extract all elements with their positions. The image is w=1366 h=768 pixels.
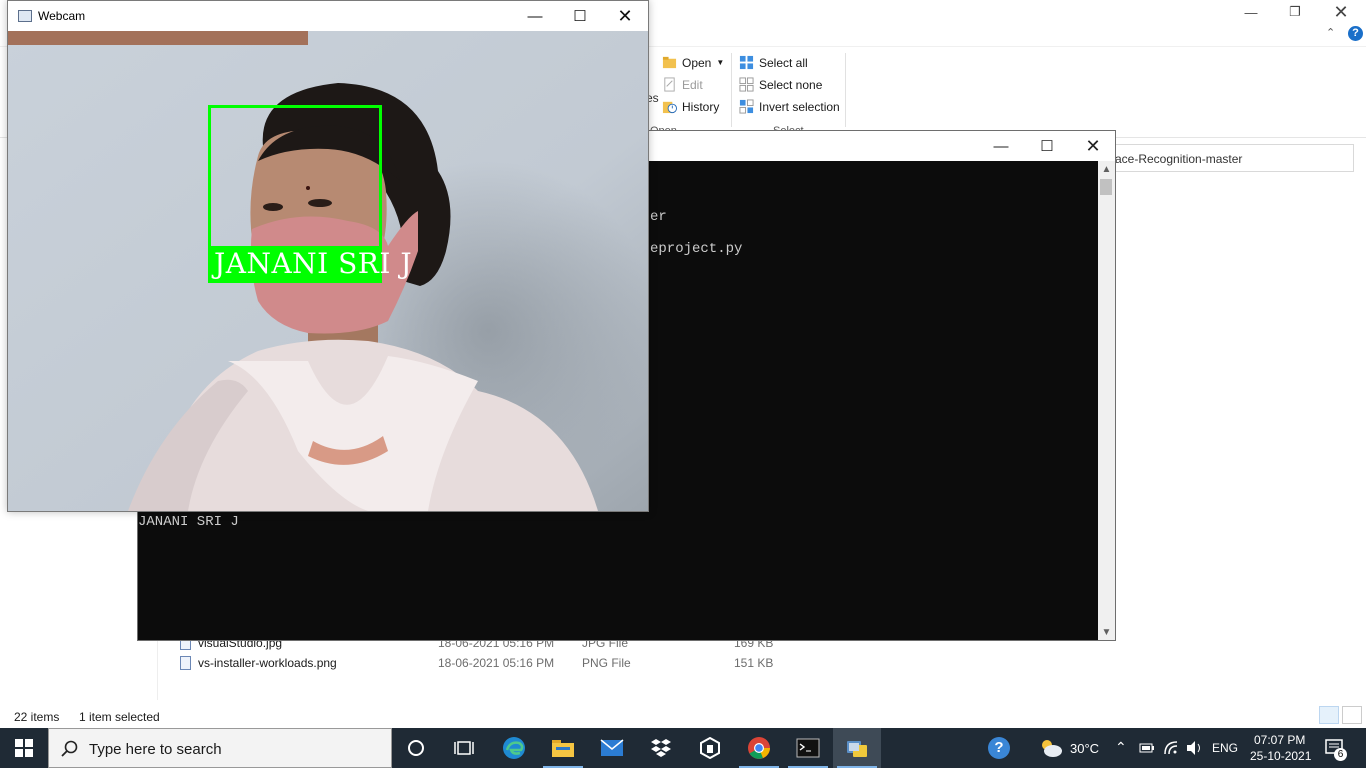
- taskbar-dropbox[interactable]: [637, 728, 685, 768]
- history-label: History: [682, 99, 720, 114]
- notification-count-badge: 6: [1334, 748, 1347, 761]
- edit-button[interactable]: Edit: [662, 77, 703, 92]
- help-icon[interactable]: ?: [1348, 26, 1363, 41]
- scroll-thumb[interactable]: [1100, 179, 1112, 195]
- task-view-button[interactable]: [440, 728, 488, 768]
- taskbar-chrome[interactable]: [735, 728, 783, 768]
- open-button[interactable]: Open ▼: [662, 55, 724, 70]
- webcam-title-bar: Webcam — ☐ ✕: [8, 1, 648, 31]
- taskbar-mail[interactable]: [588, 728, 636, 768]
- open-icon: [662, 56, 677, 69]
- history-icon: [662, 101, 677, 114]
- cortana-button[interactable]: [392, 728, 440, 768]
- clock-time[interactable]: 07:07 PM: [1254, 733, 1305, 747]
- invert-selection-button[interactable]: Invert selection: [739, 99, 840, 114]
- file-date: 18-06-2021 05:16 PM: [438, 656, 555, 670]
- png-file-icon: [180, 656, 191, 670]
- detected-name-label: JANANI SRI J: [214, 247, 413, 280]
- taskbar-app-hexagon[interactable]: [686, 728, 734, 768]
- weather-cloud-sun-icon[interactable]: [1038, 737, 1064, 759]
- taskbar: Type here to search ? 30°C ⌃ ENG 07:07 P: [0, 728, 1366, 768]
- webcam-title: Webcam: [38, 9, 86, 23]
- cortana-icon: [408, 740, 424, 756]
- taskbar-command-prompt[interactable]: [784, 728, 832, 768]
- webcam-maximize-button[interactable]: ☐: [557, 1, 603, 31]
- taskbar-file-explorer[interactable]: [539, 728, 587, 768]
- edit-label: Edit: [682, 77, 703, 92]
- battery-icon[interactable]: [1139, 742, 1155, 754]
- taskbar-search-box[interactable]: Type here to search: [48, 728, 392, 768]
- wifi-icon[interactable]: [1163, 740, 1179, 756]
- file-size: 151 KB: [734, 656, 774, 670]
- file-row[interactable]: vs-installer-workloads.png 18-06-2021 05…: [180, 654, 800, 672]
- search-icon: [61, 740, 78, 757]
- dropbox-icon: [651, 739, 671, 757]
- weather-temperature[interactable]: 30°C: [1070, 741, 1099, 756]
- details-view-button[interactable]: [1319, 706, 1339, 724]
- status-bar: 22 items 1 item selected: [0, 706, 1366, 728]
- item-count: 22 items: [14, 710, 60, 724]
- python-icon: [847, 741, 867, 757]
- hexagon-app-icon: [700, 737, 720, 759]
- select-all-button[interactable]: Select all: [739, 55, 808, 70]
- taskbar-edge[interactable]: [490, 728, 538, 768]
- chrome-icon: [748, 737, 770, 759]
- invert-selection-icon: [739, 99, 754, 114]
- selected-count: 1 item selected: [79, 710, 160, 724]
- history-button[interactable]: History: [662, 99, 719, 114]
- select-none-icon: [739, 77, 754, 92]
- help-tray-icon[interactable]: ?: [988, 737, 1010, 759]
- language-indicator[interactable]: ENG: [1212, 741, 1238, 755]
- show-hidden-icons-icon[interactable]: ⌃: [1115, 739, 1127, 756]
- console-close-button[interactable]: ✕: [1070, 131, 1116, 161]
- console-output: JANANI SRI J: [138, 514, 239, 530]
- console-minimize-button[interactable]: —: [978, 131, 1024, 161]
- console-line: eproject.py: [650, 241, 743, 257]
- taskbar-python[interactable]: [833, 728, 881, 768]
- webcam-minimize-button[interactable]: —: [512, 1, 558, 31]
- scroll-down-icon[interactable]: ▼: [1098, 624, 1115, 640]
- ribbon-divider: [845, 53, 846, 127]
- select-all-icon: [739, 55, 754, 70]
- edge-icon: [503, 737, 525, 759]
- scroll-up-icon[interactable]: ▲: [1098, 161, 1115, 177]
- console-line: er: [650, 209, 667, 225]
- address-bar[interactable]: ace-Recognition-master: [1108, 144, 1354, 172]
- window-app-icon: [18, 10, 32, 22]
- console-maximize-button[interactable]: ☐: [1024, 131, 1070, 161]
- select-none-label: Select none: [759, 77, 823, 92]
- select-none-button[interactable]: Select none: [739, 77, 822, 92]
- edit-icon: [664, 77, 675, 92]
- console-scrollbar[interactable]: ▲ ▼: [1098, 161, 1115, 640]
- start-button[interactable]: [0, 728, 48, 768]
- invert-selection-label: Invert selection: [759, 99, 840, 114]
- explorer-close-button[interactable]: ✕: [1318, 0, 1364, 24]
- ribbon-divider: [731, 53, 732, 127]
- webcam-close-button[interactable]: ✕: [602, 1, 648, 31]
- dropdown-arrow-icon: ▼: [716, 58, 725, 67]
- file-type: PNG File: [582, 656, 631, 670]
- select-all-label: Select all: [759, 55, 808, 70]
- task-view-icon: [454, 741, 474, 755]
- file-name: vs-installer-workloads.png: [198, 656, 337, 670]
- explorer-restore-button[interactable]: ❐: [1272, 0, 1318, 24]
- webcam-window: Webcam — ☐ ✕ JANANI SRI J: [7, 0, 649, 512]
- explorer-minimize-button[interactable]: —: [1228, 0, 1274, 24]
- search-placeholder: Type here to search: [89, 741, 222, 758]
- windows-logo-icon: [15, 739, 33, 757]
- terminal-icon: [796, 738, 820, 758]
- large-icons-view-button[interactable]: [1342, 706, 1362, 724]
- mail-icon: [600, 739, 624, 756]
- volume-icon[interactable]: [1186, 740, 1204, 756]
- open-label: Open: [682, 55, 712, 70]
- folder-icon: [552, 740, 574, 757]
- collapse-ribbon-icon[interactable]: ⌃: [1326, 26, 1335, 39]
- clock-date[interactable]: 25-10-2021: [1250, 749, 1311, 763]
